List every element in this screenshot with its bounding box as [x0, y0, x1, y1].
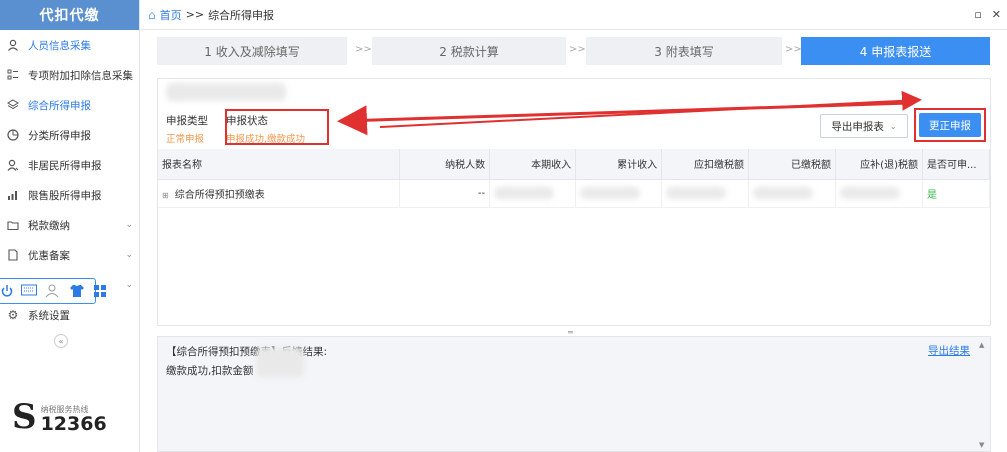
sidebar-item-tax-payment[interactable]: 税款缴纳 ⌄: [0, 210, 139, 240]
declaration-type-label: 申报类型: [166, 115, 208, 127]
collapse-sidebar-button[interactable]: «: [54, 334, 68, 348]
hotline: S 纳税服务热线 12366: [12, 400, 107, 434]
sidebar-item-comprehensive[interactable]: 综合所得申报: [0, 90, 139, 120]
sidebar: 代扣代缴 人员信息采集 专项附加扣除信息采集 ⌄ 综合所得申报 分类所得申报 非…: [0, 0, 140, 452]
sidebar-item-classified[interactable]: 分类所得申报: [0, 120, 139, 150]
declaration-panel: 申报类型 正常申报 申报状态 申报成功,缴款成功 导出申报表 ⌄ 更正申报 报表…: [157, 78, 991, 326]
scroll-down-icon[interactable]: ▼: [979, 441, 984, 449]
doc-icon: [6, 248, 20, 262]
chevron-down-icon: ⌄: [125, 250, 133, 260]
chevron-down-icon: ⌄: [125, 220, 133, 230]
floating-input-toolbar[interactable]: [0, 278, 106, 304]
correct-declaration-button[interactable]: 更正申报: [919, 113, 981, 137]
hotline-number: 12366: [40, 413, 107, 435]
step-tax-calc[interactable]: 2 税款计算: [372, 37, 566, 65]
export-declaration-button[interactable]: 导出申报表 ⌄: [820, 114, 908, 138]
taxpayer-count: --: [399, 179, 491, 208]
col-can-declare: 是否可申...: [922, 149, 991, 180]
list-icon: [6, 68, 20, 82]
feedback-result-panel: 【综合所得预扣预缴表】反馈结果: 缴款成功,扣款金额 导出结果 ▲ ▼: [157, 336, 991, 452]
export-button-label: 导出申报表: [831, 120, 884, 133]
report-name: 综合所得预扣预缴表: [174, 189, 265, 201]
sidebar-item-settings[interactable]: ⚙ 系统设置: [0, 300, 139, 330]
step-wizard: 1 收入及减除填写 >> 2 税款计算 >> 3 附表填写 >> 4 申报表报送: [157, 37, 990, 65]
step-separator: >>: [569, 44, 586, 55]
pie-icon: [6, 128, 20, 142]
redacted-cell: [575, 179, 663, 208]
breadcrumb-current: 综合所得申报: [208, 8, 275, 22]
step-submit[interactable]: 4 申报表报送: [801, 37, 990, 65]
chevron-down-icon: ⌄: [125, 280, 133, 290]
scroll-up-icon[interactable]: ▲: [979, 341, 984, 349]
col-current-income: 本期收入: [489, 149, 577, 180]
status-highlight-box: [225, 109, 329, 145]
step-separator: >>: [785, 44, 802, 55]
keyboard-icon[interactable]: [21, 284, 37, 298]
user-outline-icon: [6, 158, 20, 172]
col-tax-due: 应补(退)税额: [835, 149, 923, 180]
table-row[interactable]: ⊞ 综合所得预扣预缴表 -- 是: [158, 179, 991, 208]
correct-highlight-box: 更正申报: [914, 108, 986, 142]
layers-icon: [6, 98, 20, 112]
shirt-icon[interactable]: [69, 284, 85, 298]
gear-icon: ⚙: [7, 308, 19, 322]
breadcrumb-home-link[interactable]: 首页: [160, 7, 182, 23]
folder-icon: [6, 218, 20, 232]
chevron-down-icon: ⌄: [889, 121, 897, 131]
redacted-company-name: [166, 83, 286, 101]
report-table: 报表名称 纳税人数 本期收入 累计收入 应扣缴税额 已缴税额 应补(退)税额 是…: [158, 149, 991, 208]
step-schedule[interactable]: 3 附表填写: [586, 37, 782, 65]
breadcrumb-separator: >>: [185, 8, 205, 21]
close-icon[interactable]: ✕: [992, 8, 1001, 21]
col-tax-withheld: 应扣缴税额: [661, 149, 750, 180]
sidebar-item-restricted-stock[interactable]: 限售股所得申报: [0, 180, 139, 210]
step-separator: >>: [355, 44, 372, 55]
sidebar-item-label: 综合所得申报: [28, 99, 91, 112]
can-declare-value: 是: [922, 179, 991, 208]
redacted-cell: [489, 179, 577, 208]
hotline-logo-icon: S: [12, 397, 37, 437]
sidebar-item-label: 非居民所得申报: [28, 159, 102, 172]
sidebar-item-preferential[interactable]: 优惠备案 ⌄: [0, 240, 139, 270]
export-result-link[interactable]: 导出结果: [928, 343, 970, 358]
chevron-down-icon: ⌄: [125, 70, 133, 80]
person-icon: [6, 38, 20, 52]
restore-icon[interactable]: ▫: [974, 8, 981, 21]
redacted-amount: [256, 347, 304, 377]
grid-icon[interactable]: [93, 284, 107, 298]
sidebar-item-label: 系统设置: [28, 309, 70, 322]
sidebar-item-label: 专项附加扣除信息采集: [28, 69, 133, 82]
col-report-name: 报表名称: [158, 149, 401, 180]
sidebar-item-label: 税款缴纳: [28, 219, 70, 232]
col-taxpayer-count: 纳税人数: [399, 149, 491, 180]
scrollbar[interactable]: ▲ ▼: [978, 337, 988, 451]
step-income[interactable]: 1 收入及减除填写: [157, 37, 347, 65]
breadcrumb: ⌂ 首页 >> 综合所得申报 ▫ ✕: [140, 0, 1007, 30]
bar-chart-icon: [6, 188, 20, 202]
home-icon[interactable]: ⌂: [148, 8, 156, 22]
sidebar-item-label: 优惠备案: [28, 249, 70, 262]
user-settings-icon[interactable]: [45, 284, 61, 298]
window-controls: ▫ ✕: [974, 8, 1001, 21]
sidebar-item-label: 限售股所得申报: [28, 189, 102, 202]
redacted-cell: [835, 179, 923, 208]
sidebar-item-label: 分类所得申报: [28, 129, 91, 142]
sidebar-item-label: 人员信息采集: [28, 39, 91, 52]
redacted-cell: [748, 179, 837, 208]
sidebar-item-nonresident[interactable]: 非居民所得申报: [0, 150, 139, 180]
app-logo: 代扣代缴: [0, 0, 139, 30]
col-tax-paid: 已缴税额: [748, 149, 837, 180]
declaration-type-value: 正常申报: [166, 134, 205, 145]
expand-icon[interactable]: ⊞: [162, 191, 169, 200]
sidebar-item-special-deduction[interactable]: 专项附加扣除信息采集 ⌄: [0, 60, 139, 90]
col-cumulative-income: 累计收入: [575, 149, 663, 180]
redacted-cell: [661, 179, 750, 208]
sidebar-item-personnel[interactable]: 人员信息采集: [0, 30, 139, 60]
power-icon[interactable]: [1, 284, 13, 298]
